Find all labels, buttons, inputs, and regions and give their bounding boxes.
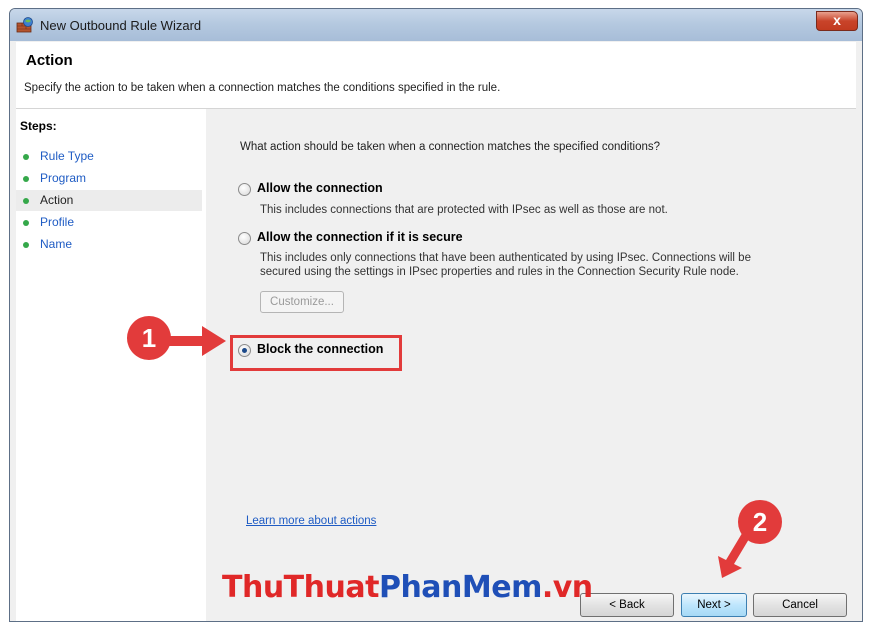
watermark-part1: ThuThuat — [222, 570, 379, 605]
annotation-arrow-2-icon — [718, 530, 752, 578]
step-label: Profile — [40, 215, 75, 229]
bullet-icon — [23, 154, 29, 160]
watermark: ThuThuatPhanMem.vn — [222, 570, 593, 605]
allow-secure-description-line1: This includes only connections that have… — [260, 252, 751, 264]
allow-radio[interactable] — [238, 183, 251, 196]
steps-title: Steps: — [20, 119, 57, 133]
annotation-badge-1: 1 — [127, 316, 171, 360]
step-label: Name — [40, 237, 73, 251]
watermark-part3: .vn — [541, 570, 593, 605]
question-text: What action should be taken when a conne… — [240, 141, 661, 153]
close-button[interactable]: x — [816, 11, 858, 31]
block-label[interactable]: Block the connection — [257, 342, 383, 356]
back-button[interactable]: < Back — [580, 593, 674, 617]
next-button[interactable]: Next > — [681, 593, 747, 617]
allow-secure-description-line2: secured using the settings in IPsec prop… — [260, 266, 739, 278]
bullet-icon — [23, 198, 29, 204]
step-action[interactable]: Action — [16, 190, 202, 211]
allow-secure-radio[interactable] — [238, 232, 251, 245]
allow-label[interactable]: Allow the connection — [257, 181, 383, 195]
bullet-icon — [23, 176, 29, 182]
cancel-button[interactable]: Cancel — [753, 593, 847, 617]
firewall-icon — [16, 17, 33, 33]
steps-panel: Steps: Rule Type Program Action Profile … — [16, 109, 206, 621]
step-rule-type[interactable]: Rule Type — [16, 146, 202, 167]
watermark-part2: PhanMem — [378, 570, 542, 605]
step-program[interactable]: Program — [16, 168, 202, 189]
step-label: Action — [40, 193, 74, 207]
customize-button[interactable]: Customize... — [260, 291, 344, 313]
page-title: Action — [26, 52, 73, 69]
content-panel: What action should be taken when a conne… — [206, 109, 856, 621]
step-profile[interactable]: Profile — [16, 212, 202, 233]
block-radio[interactable] — [238, 344, 251, 357]
bullet-icon — [23, 220, 29, 226]
bullet-icon — [23, 242, 29, 248]
step-name[interactable]: Name — [16, 234, 202, 255]
allow-description: This includes connections that are prote… — [260, 204, 668, 216]
page-header: Action Specify the action to be taken wh… — [16, 42, 856, 109]
page-description: Specify the action to be taken when a co… — [24, 82, 501, 94]
step-label: Program — [40, 171, 87, 185]
learn-more-link[interactable]: Learn more about actions — [246, 515, 376, 527]
step-label: Rule Type — [40, 149, 94, 163]
window-title: New Outbound Rule Wizard — [40, 18, 202, 33]
allow-secure-label[interactable]: Allow the connection if it is secure — [257, 230, 463, 244]
close-icon: x — [833, 12, 841, 28]
title-bar: New Outbound Rule Wizard x — [10, 9, 862, 41]
annotation-arrow-1-icon — [168, 326, 226, 356]
